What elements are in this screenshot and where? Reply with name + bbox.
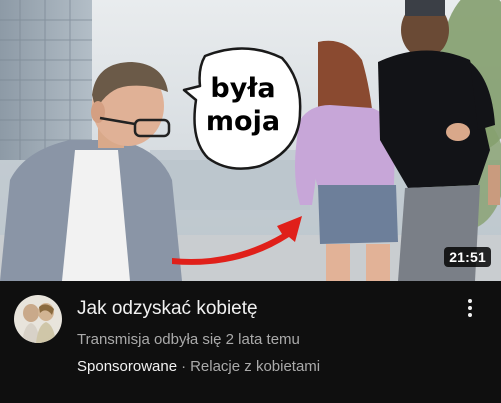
thumbnail-scene <box>0 0 501 281</box>
avatar-image <box>14 295 62 343</box>
video-card[interactable]: była moja 21:51 Jak odzyskać kobietę Tra… <box>0 0 501 403</box>
more-dot-2 <box>468 306 472 310</box>
more-vert-icon[interactable] <box>460 296 480 320</box>
video-thumbnail[interactable]: była moja 21:51 <box>0 0 501 281</box>
speech-bubble-line-2: moja <box>205 106 281 137</box>
speech-bubble-line-1: była <box>210 73 276 104</box>
more-dot-1 <box>468 299 472 303</box>
video-subtitle: Transmisja odbyła się 2 lata temu <box>77 331 300 348</box>
more-dot-3 <box>468 313 472 317</box>
channel-avatar[interactable] <box>14 295 62 343</box>
duration-badge: 21:51 <box>444 247 491 267</box>
speech-bubble-text: była moja <box>200 72 286 138</box>
video-title[interactable]: Jak odzyskać kobietę <box>77 297 258 321</box>
separator: · <box>181 358 187 375</box>
sponsored-label: Sponsorowane <box>77 358 178 375</box>
channel-name[interactable]: Relacje z kobietami <box>190 358 320 375</box>
sponsor-line: Sponsorowane · Relacje z kobietami <box>77 357 320 377</box>
